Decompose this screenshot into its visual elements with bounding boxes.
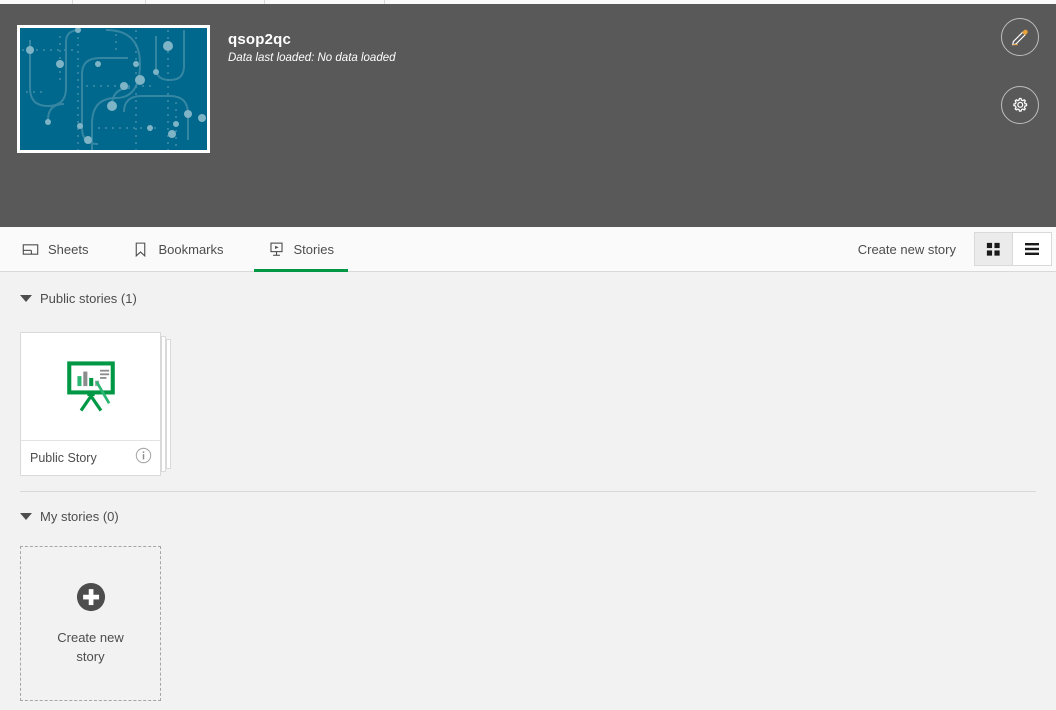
- card-stack-edge: [161, 336, 166, 472]
- chevron-down-icon: [20, 513, 32, 520]
- grid-icon: [986, 242, 1000, 256]
- tab-sheets[interactable]: Sheets: [0, 227, 110, 272]
- tabbar-actions: Create new story: [858, 227, 1056, 272]
- tab-sheets-label: Sheets: [48, 241, 89, 257]
- create-new-story-tile[interactable]: Create new story: [20, 546, 161, 701]
- tab-bookmarks[interactable]: Bookmarks: [110, 227, 245, 272]
- story-easel-icon: [66, 360, 115, 411]
- stories-content: Public stories (1) Public Story My stori…: [0, 272, 1056, 710]
- data-load-status: Data last loaded: No data loaded: [228, 52, 396, 64]
- story-card-thumbnail: [21, 333, 160, 441]
- story-card[interactable]: Public Story: [20, 332, 161, 476]
- app-header: qsop2qc Data last loaded: No data loaded: [0, 4, 1056, 227]
- app-thumbnail-pattern: [20, 28, 207, 150]
- list-icon: [1025, 243, 1039, 255]
- create-new-story-tile-label: Create new story: [57, 629, 124, 664]
- bookmark-icon: [136, 242, 146, 257]
- plus-circle-icon: [76, 582, 105, 611]
- story-card-wrapper: Public Story: [20, 332, 171, 476]
- app-navigation-tabs: Sheets Bookmarks Stories Create new stor…: [0, 227, 1056, 272]
- app-thumbnail: [17, 25, 210, 153]
- section-header-public-stories[interactable]: Public stories (1): [0, 291, 137, 306]
- grid-view-button[interactable]: [975, 233, 1013, 265]
- section-title-my-stories: My stories (0): [40, 509, 119, 524]
- card-stack-edge: [166, 339, 171, 469]
- create-new-story-link[interactable]: Create new story: [858, 242, 974, 257]
- view-mode-toggle: [974, 232, 1052, 266]
- story-card-footer: Public Story: [21, 441, 160, 475]
- story-icon: [269, 242, 283, 256]
- app-settings-button[interactable]: [1001, 86, 1039, 124]
- section-header-my-stories[interactable]: My stories (0): [0, 509, 119, 524]
- info-icon[interactable]: [135, 447, 152, 469]
- list-view-button[interactable]: [1013, 233, 1051, 265]
- section-title-public-stories: Public stories (1): [40, 291, 137, 306]
- tab-bookmarks-label: Bookmarks: [158, 241, 224, 257]
- page-title: qsop2qc: [228, 31, 292, 48]
- sheet-icon: [22, 243, 39, 255]
- tab-stories-label: Stories: [293, 241, 334, 257]
- gear-icon: [1013, 97, 1028, 112]
- chevron-down-icon: [20, 295, 32, 302]
- story-card-title: Public Story: [30, 451, 97, 465]
- pencil-icon: [1012, 29, 1028, 46]
- edit-app-button[interactable]: [1001, 18, 1039, 56]
- tab-stories[interactable]: Stories: [246, 227, 356, 272]
- section-divider: [20, 491, 1036, 492]
